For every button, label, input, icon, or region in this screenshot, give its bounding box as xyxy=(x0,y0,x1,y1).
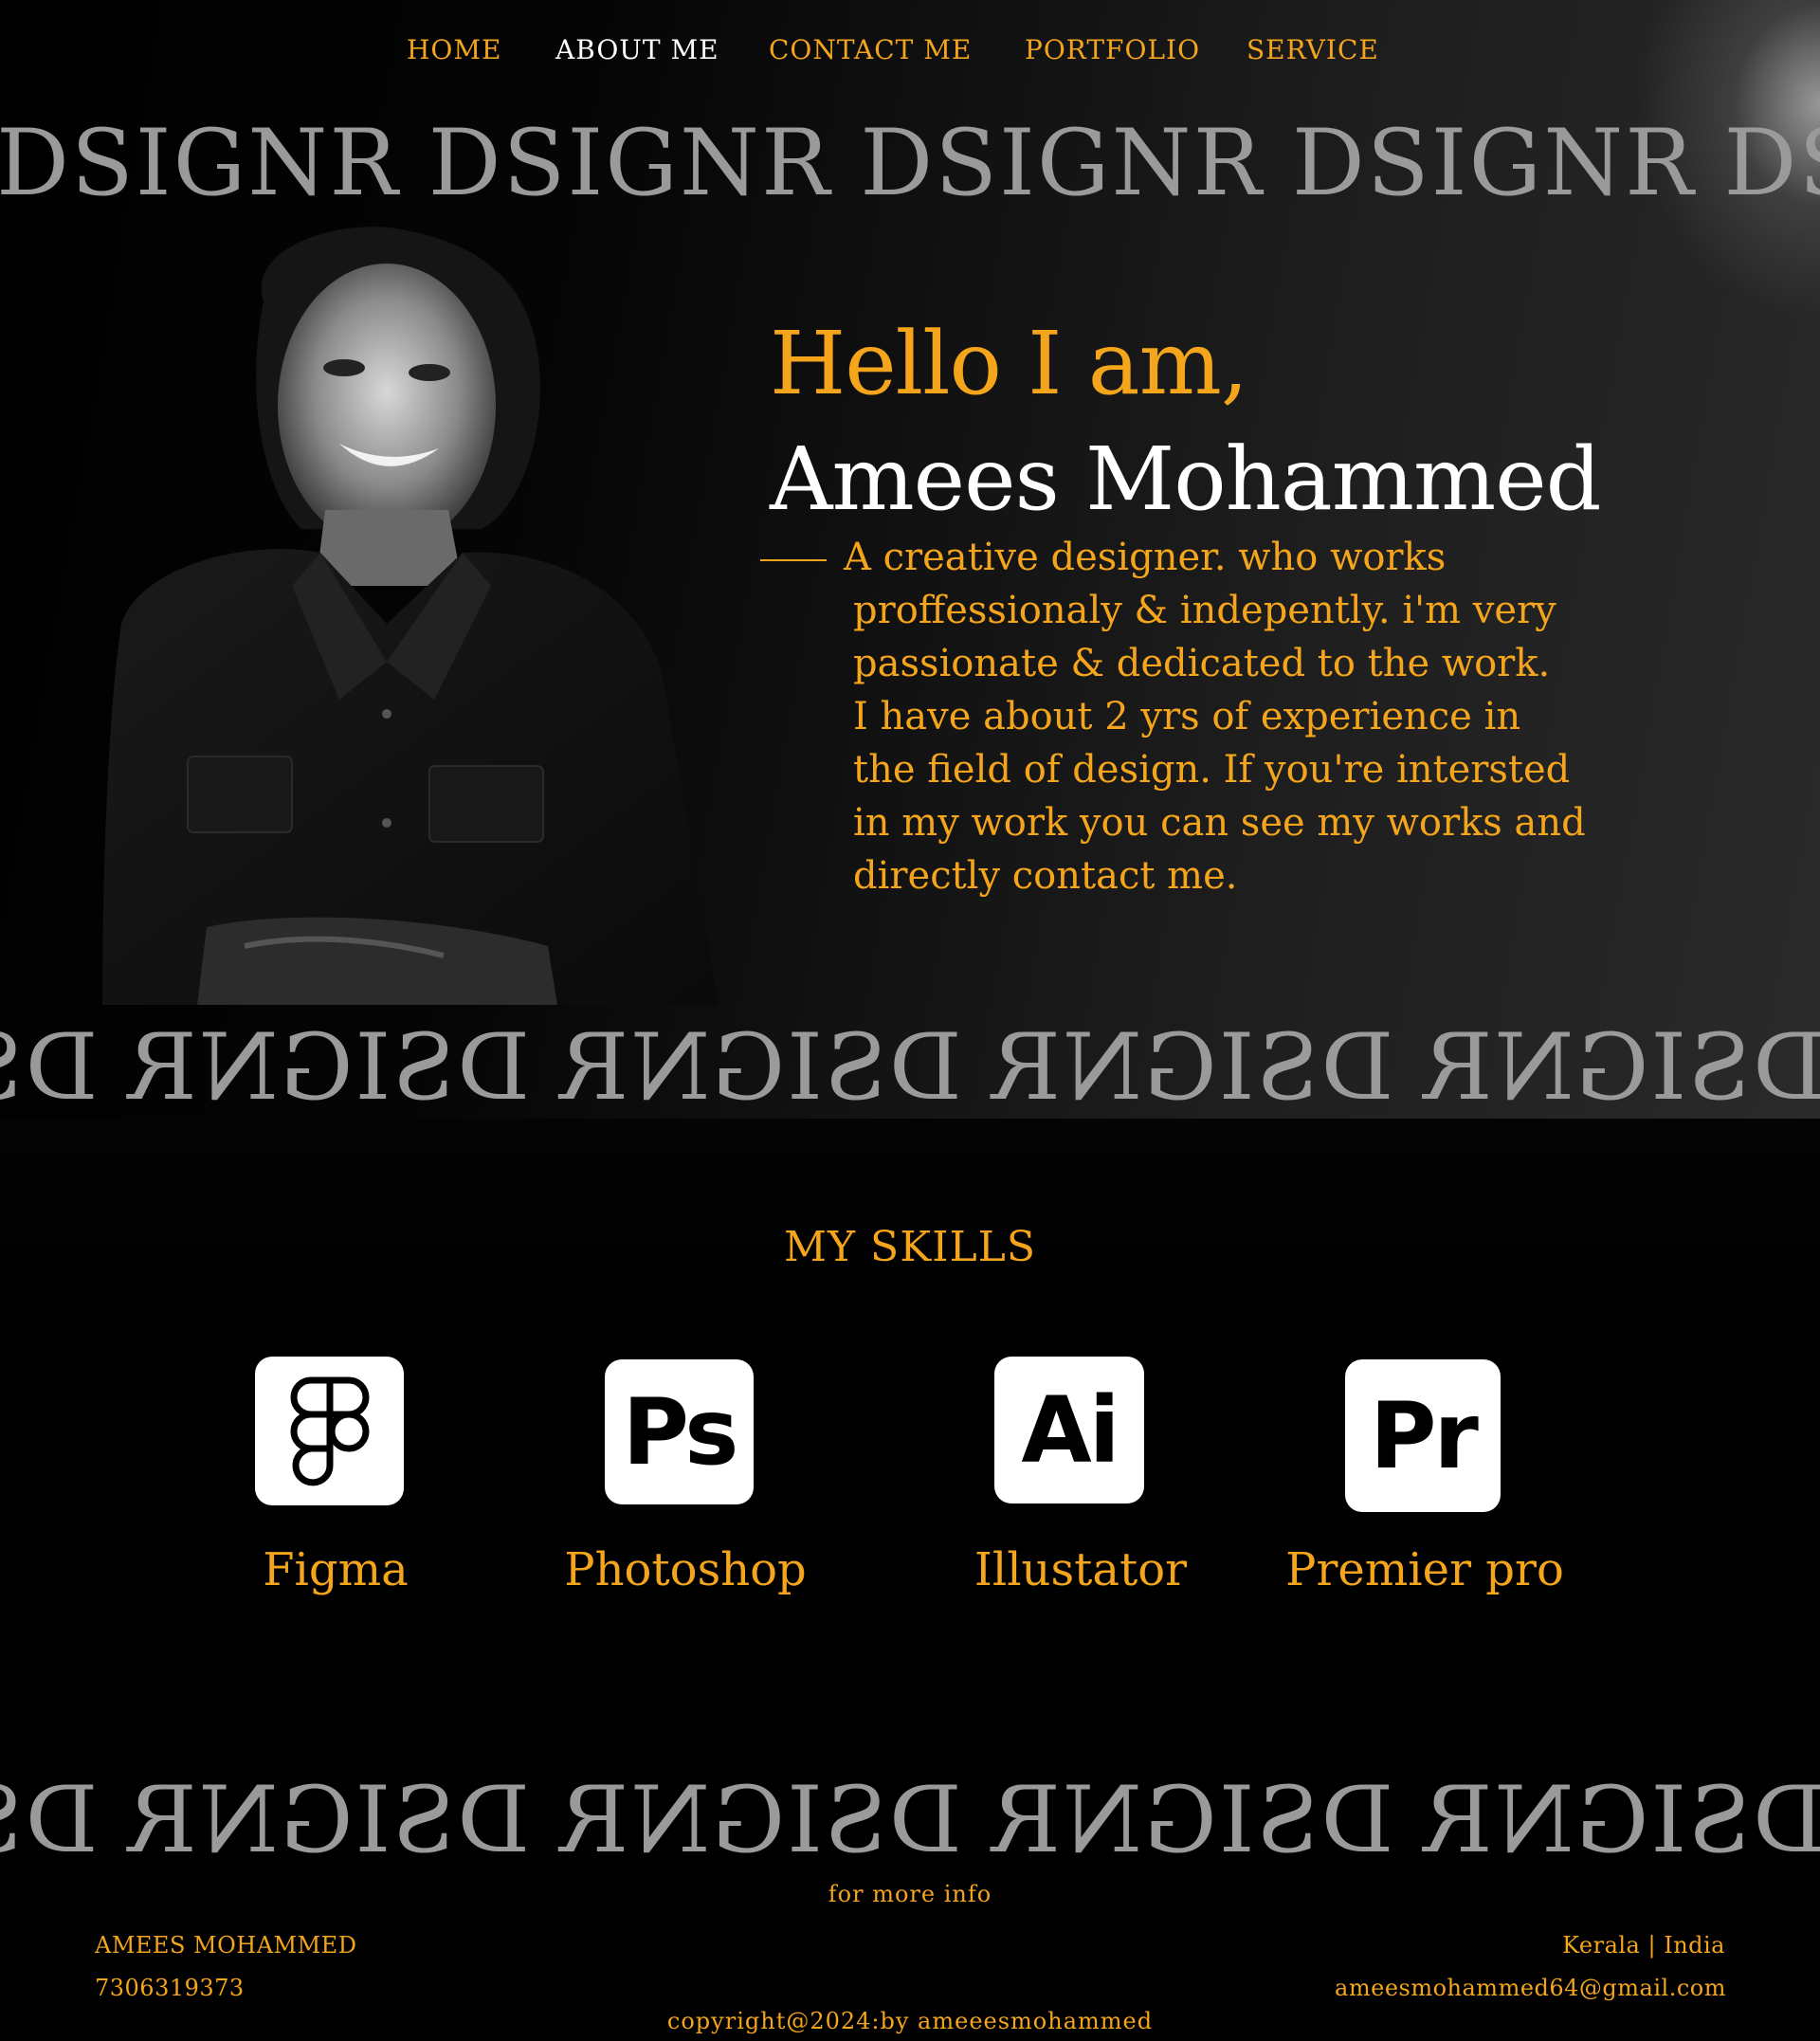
bio-line: directly contact me. xyxy=(853,854,1238,898)
bio-line: A creative designer. who works xyxy=(844,536,1447,579)
banner-word: DSIGNR xyxy=(428,118,832,209)
nav-about-me[interactable]: ABOUT ME xyxy=(555,34,719,65)
more-info-text: for more info xyxy=(828,1881,992,1907)
banner-word: DSIGNR xyxy=(990,1775,1394,1866)
banner-word: DSIGNR xyxy=(558,1022,962,1113)
skill-label-illustrator: Illustator xyxy=(974,1543,1188,1596)
greeting-heading: Hello I am, xyxy=(770,313,1248,414)
nav-contact-me[interactable]: CONTACT ME xyxy=(769,34,972,65)
copyright-text: copyright@2024:by ameeesmohammed xyxy=(666,2008,1154,2034)
banner-word: DSIGNR xyxy=(0,1775,99,1866)
bio-line: I have about 2 yrs of experience in xyxy=(853,695,1521,738)
profile-photo xyxy=(102,227,719,1005)
photoshop-icon: Ps xyxy=(605,1359,754,1504)
skills-heading: MY SKILLS xyxy=(783,1223,1037,1271)
dsignr-banner-bottom: DSIGNR DSIGNR DSIGNR DSIGNR DSIGNR xyxy=(0,1775,1820,1866)
illustrator-abbr: Ai xyxy=(1021,1376,1119,1484)
banner-word: DSIGNR xyxy=(558,1775,962,1866)
banner-word: DSIGNR xyxy=(126,1022,531,1113)
banner-word: DSIGNR xyxy=(1723,118,1820,209)
bio-dash-divider xyxy=(760,559,827,561)
premiere-pro-icon: Pr xyxy=(1345,1359,1501,1512)
skill-label-photoshop: Photoshop xyxy=(564,1543,807,1596)
skill-label-premiere-pro: Premier pro xyxy=(1285,1543,1564,1596)
nav-service[interactable]: SERVICE xyxy=(1247,34,1379,65)
nav-portfolio[interactable]: PORTFOLIO xyxy=(1025,34,1200,65)
bio-line: the field of design. If you're intersted xyxy=(853,748,1571,792)
figma-icon xyxy=(255,1357,404,1505)
bio-line: in my work you can see my works and xyxy=(853,801,1586,845)
skill-label-figma: Figma xyxy=(263,1543,409,1596)
dsignr-banner-middle: DSIGNR DSIGNR DSIGNR DSIGNR DSIGNR xyxy=(0,1022,1820,1113)
footer-email-link[interactable]: ameesmohammed64@gmail.com xyxy=(1335,1975,1726,2001)
illustrator-icon: Ai xyxy=(994,1357,1144,1503)
banner-word: DSIGNR xyxy=(0,118,400,209)
dsignr-banner-top: DSIGNR DSIGNR DSIGNR DSIGNR DSIGNR xyxy=(0,118,1820,209)
banner-word: DSIGNR xyxy=(0,1022,99,1113)
banner-word: DSIGNR xyxy=(990,1022,1394,1113)
footer-phone[interactable]: 7306319373 xyxy=(95,1975,245,2001)
banner-word: DSIGNR xyxy=(860,118,1264,209)
premiere-pro-abbr: Pr xyxy=(1370,1382,1479,1489)
bio-line: passionate & dedicated to the work. xyxy=(853,642,1551,685)
nav-home[interactable]: HOME xyxy=(407,34,501,65)
bio-line: proffessionaly & indepently. i'm very xyxy=(853,589,1556,632)
photoshop-abbr: Ps xyxy=(622,1378,739,1485)
banner-word: DSIGNR xyxy=(1422,1022,1820,1113)
banner-word: DSIGNR xyxy=(1291,118,1696,209)
top-navigation: HOME ABOUT ME CONTACT ME PORTFOLIO SERVI… xyxy=(0,34,1820,72)
bio-paragraph: A creative designer. who works proffessi… xyxy=(844,531,1630,902)
name-heading: Amees Mohammed xyxy=(770,428,1602,530)
banner-word: DSIGNR xyxy=(126,1775,531,1866)
footer-name: AMEES MOHAMMED xyxy=(95,1932,357,1959)
banner-word: DSIGNR xyxy=(1422,1775,1820,1866)
footer-location: Kerala | India xyxy=(1562,1932,1725,1959)
